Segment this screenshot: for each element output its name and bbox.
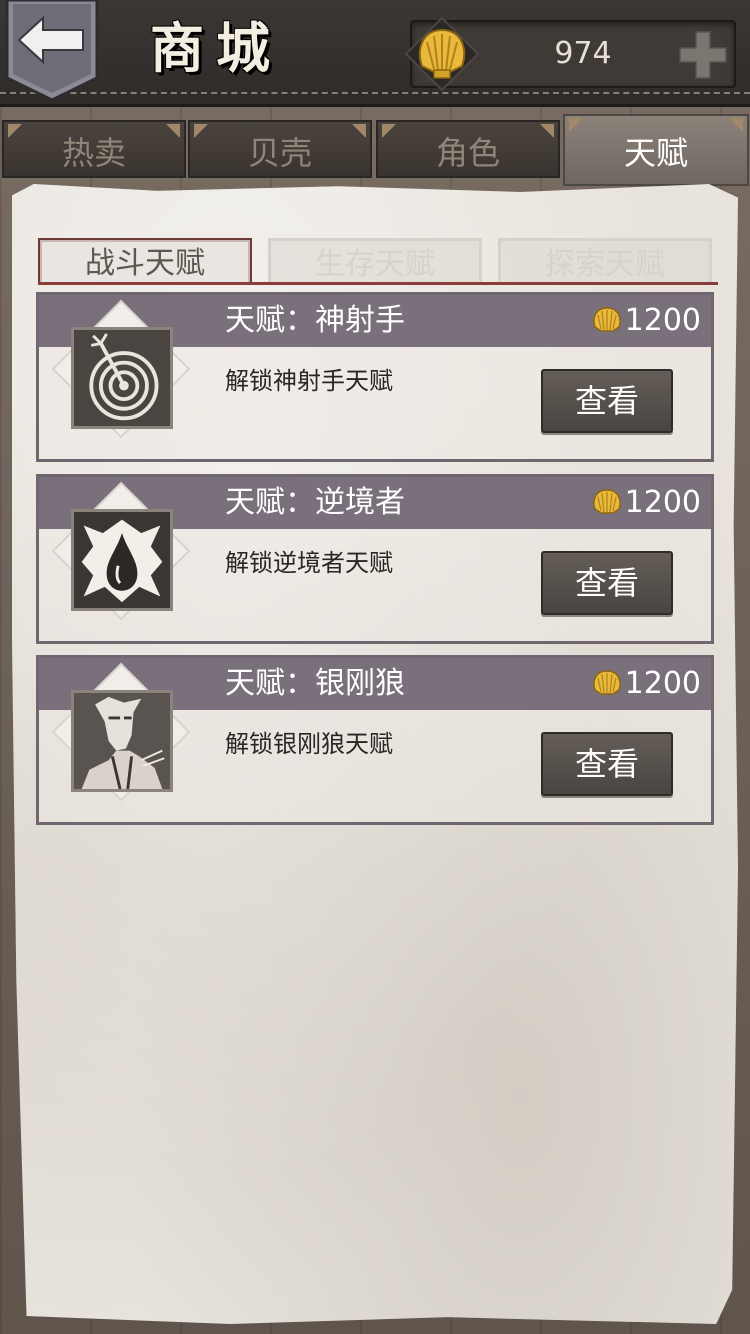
talent-description: 解锁银刚狼天赋 — [225, 730, 393, 758]
shell-currency-icon — [592, 307, 621, 332]
tab-label: 热卖 — [61, 134, 126, 172]
talent-title: 天赋：神射手 — [225, 303, 405, 338]
currency-display: 974 — [404, 16, 736, 92]
subtab-exploration-talents[interactable]: 探索天赋 — [498, 238, 712, 284]
subtab-combat-talents[interactable]: 战斗天赋 — [38, 238, 252, 284]
add-currency-button[interactable] — [676, 28, 730, 82]
talent-card-silver-wolf: 天赋：银刚狼 1200 解锁银刚狼天赋 查看 — [36, 655, 714, 825]
tab-corner-ornament — [8, 124, 22, 138]
tab-hot[interactable]: 热卖 — [2, 120, 186, 178]
tab-corner-ornament — [166, 124, 180, 138]
subtab-survival-talents[interactable]: 生存天赋 — [268, 238, 482, 284]
talent-price: 1200 — [591, 295, 701, 347]
wolverine-portrait-icon — [71, 690, 173, 792]
stitch-divider — [0, 92, 750, 94]
currency-amount: 974 — [554, 36, 612, 71]
view-button[interactable]: 查看 — [541, 551, 673, 615]
page-title: 商城 — [150, 17, 282, 80]
talent-card-adversity: 天赋：逆境者 1200 解锁逆境者天赋 查看 — [36, 474, 714, 644]
price-value: 1200 — [624, 303, 701, 338]
talent-price: 1200 — [591, 477, 701, 529]
tab-characters[interactable]: 角色 — [376, 120, 560, 178]
back-arrow-icon — [5, 0, 99, 102]
talent-description: 解锁逆境者天赋 — [225, 549, 393, 577]
tab-corner-ornament — [194, 124, 208, 138]
tab-corner-ornament — [352, 124, 366, 138]
subtab-label: 战斗天赋 — [85, 246, 205, 281]
tab-corner-ornament — [569, 118, 583, 132]
price-value: 1200 — [624, 666, 701, 701]
target-arrow-icon — [71, 327, 173, 429]
tab-label: 天赋 — [623, 134, 688, 172]
talent-title: 天赋：银刚狼 — [225, 666, 405, 701]
view-button[interactable]: 查看 — [541, 732, 673, 796]
shell-currency-icon — [592, 670, 621, 695]
tab-corner-ornament — [729, 118, 743, 132]
shell-currency-icon — [592, 489, 621, 514]
talent-price: 1200 — [591, 658, 701, 710]
tab-shells[interactable]: 贝壳 — [188, 120, 372, 178]
price-value: 1200 — [624, 485, 701, 520]
talent-card-marksman: 天赋：神射手 1200 解锁神射手天赋 查看 — [36, 292, 714, 462]
view-button[interactable]: 查看 — [541, 369, 673, 433]
tab-talents[interactable]: 天赋 — [563, 114, 749, 186]
shell-currency-icon — [404, 16, 480, 92]
blood-drop-icon — [71, 509, 173, 611]
subtab-underline — [38, 282, 718, 285]
plus-icon — [679, 31, 727, 79]
talent-title: 天赋：逆境者 — [225, 485, 405, 520]
subtab-label: 生存天赋 — [315, 247, 435, 282]
tab-corner-ornament — [382, 124, 396, 138]
talent-description: 解锁神射手天赋 — [225, 367, 393, 395]
back-button[interactable] — [5, 0, 99, 104]
tab-corner-ornament — [540, 124, 554, 138]
tab-label: 角色 — [435, 134, 500, 172]
tab-label: 贝壳 — [247, 134, 312, 172]
subtab-label: 探索天赋 — [545, 247, 665, 282]
